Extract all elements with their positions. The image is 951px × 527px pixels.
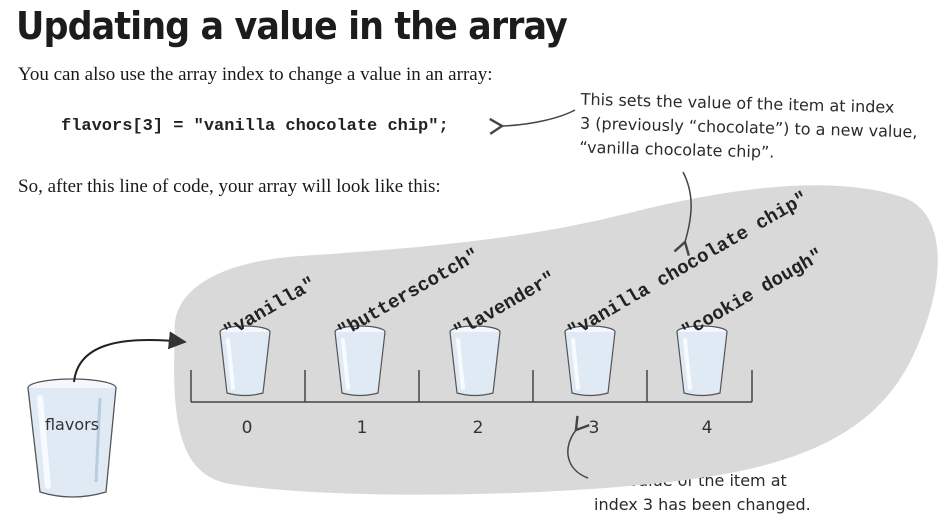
- array-index-2: 2: [473, 418, 484, 438]
- array-index-4: 4: [702, 418, 713, 438]
- array-index-0: 0: [242, 418, 253, 438]
- variable-label: flavors: [45, 415, 99, 434]
- array-diagram: flavors "vanilla" "butterscotch" "lavend…: [27, 109, 938, 498]
- array-index-1: 1: [357, 418, 368, 438]
- array-index-3: 3: [589, 418, 600, 438]
- background-blob: [174, 185, 938, 495]
- reference-arrow: [73, 331, 187, 383]
- flavors-cup-icon: [27, 378, 117, 498]
- code-arrow: [489, 109, 576, 135]
